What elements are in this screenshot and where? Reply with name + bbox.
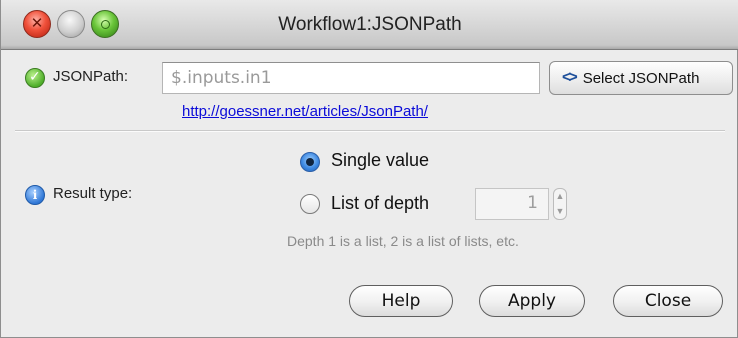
- depth-hint: Depth 1 is a list, 2 is a list of lists,…: [287, 233, 519, 249]
- list-of-depth-radio[interactable]: [300, 194, 320, 214]
- jsonpath-help-link[interactable]: http://goessner.net/articles/JsonPath/: [182, 103, 428, 120]
- list-of-depth-label[interactable]: List of depth: [331, 193, 429, 214]
- window-title: Workflow1:JSONPath: [278, 14, 462, 35]
- close-button[interactable]: Close: [613, 285, 723, 317]
- jsonpath-input[interactable]: [162, 62, 540, 94]
- title-bar[interactable]: Workflow1:JSONPath: [1, 0, 738, 50]
- jsonpath-label: JSONPath:: [53, 68, 129, 85]
- check-circle-icon: [25, 68, 45, 88]
- apply-button[interactable]: Apply: [479, 285, 585, 317]
- result-type-label: Result type:: [53, 185, 133, 202]
- stepper-down-icon[interactable]: ▼: [554, 204, 566, 219]
- depth-input[interactable]: 1: [475, 188, 549, 220]
- info-icon: i: [25, 185, 45, 205]
- select-jsonpath-label: Select JSONPath: [582, 69, 700, 87]
- depth-stepper[interactable]: ▲ ▼: [553, 188, 567, 220]
- code-brackets-icon: <>: [562, 69, 578, 86]
- single-value-radio[interactable]: [300, 152, 320, 172]
- single-value-label[interactable]: Single value: [331, 150, 429, 171]
- jsonpath-dialog: Workflow1:JSONPath JSONPath: <> Select J…: [0, 0, 738, 338]
- help-button[interactable]: Help: [349, 285, 453, 317]
- section-divider: [15, 130, 725, 131]
- stepper-up-icon[interactable]: ▲: [554, 189, 566, 204]
- select-jsonpath-button[interactable]: <> Select JSONPath: [549, 61, 733, 95]
